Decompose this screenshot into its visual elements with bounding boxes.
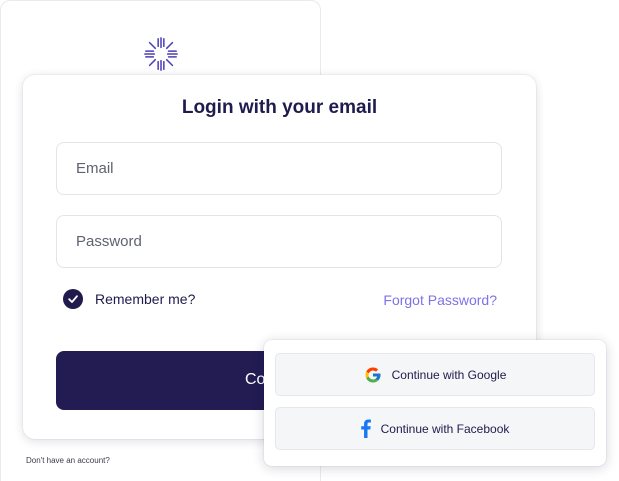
google-icon <box>364 366 382 384</box>
brand-logo-icon <box>144 37 178 71</box>
continue-with-google-button[interactable]: Continue with Google <box>275 353 595 396</box>
forgot-password-link[interactable]: Forgot Password? <box>383 292 497 308</box>
check-icon[interactable] <box>63 289 83 309</box>
remember-me-checkbox[interactable]: Remember me? <box>63 289 195 309</box>
google-button-label: Continue with Google <box>391 367 507 382</box>
remember-me-label: Remember me? <box>95 291 196 307</box>
facebook-icon <box>360 419 371 438</box>
social-login-panel: Continue with Google Continue with Faceb… <box>264 340 606 466</box>
continue-with-facebook-button[interactable]: Continue with Facebook <box>275 407 595 450</box>
signup-prompt: Don't have an account? <box>26 456 110 465</box>
continue-button-label: Co <box>245 371 266 388</box>
password-field[interactable] <box>56 215 502 268</box>
email-field[interactable] <box>56 142 502 195</box>
facebook-button-label: Continue with Facebook <box>380 421 510 436</box>
login-title: Login with your email <box>181 97 378 118</box>
